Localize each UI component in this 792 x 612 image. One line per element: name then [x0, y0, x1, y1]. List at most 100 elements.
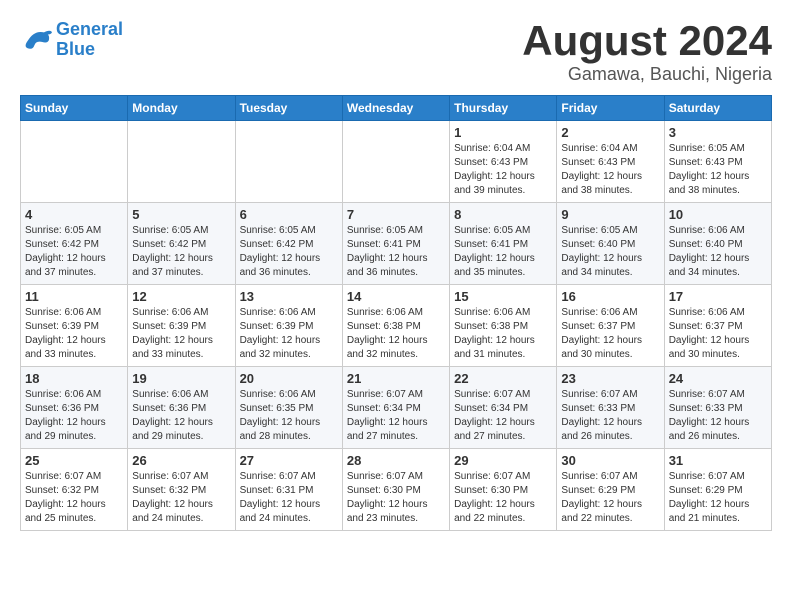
day-info: Sunrise: 6:05 AM Sunset: 6:42 PM Dayligh… — [240, 224, 338, 280]
day-number: 10 — [669, 207, 767, 222]
calendar-cell: 27 Sunrise: 6:07 AM Sunset: 6:31 PM Dayli… — [235, 449, 342, 531]
calendar-cell: 17 Sunrise: 6:06 AM Sunset: 6:37 PM Dayli… — [664, 285, 771, 367]
day-number: 30 — [561, 453, 659, 468]
weekday-header-thursday: Thursday — [450, 96, 557, 121]
day-number: 18 — [25, 371, 123, 386]
day-number: 23 — [561, 371, 659, 386]
day-number: 21 — [347, 371, 445, 386]
day-number: 9 — [561, 207, 659, 222]
calendar-cell — [235, 121, 342, 203]
day-number: 1 — [454, 125, 552, 140]
day-info: Sunrise: 6:06 AM Sunset: 6:39 PM Dayligh… — [240, 306, 338, 362]
calendar-cell: 11 Sunrise: 6:06 AM Sunset: 6:39 PM Dayli… — [21, 285, 128, 367]
day-number: 29 — [454, 453, 552, 468]
day-info: Sunrise: 6:06 AM Sunset: 6:35 PM Dayligh… — [240, 388, 338, 444]
calendar-cell: 13 Sunrise: 6:06 AM Sunset: 6:39 PM Dayli… — [235, 285, 342, 367]
day-number: 22 — [454, 371, 552, 386]
day-info: Sunrise: 6:05 AM Sunset: 6:40 PM Dayligh… — [561, 224, 659, 280]
day-info: Sunrise: 6:07 AM Sunset: 6:32 PM Dayligh… — [25, 470, 123, 526]
day-info: Sunrise: 6:07 AM Sunset: 6:34 PM Dayligh… — [454, 388, 552, 444]
calendar-cell: 15Sunrise: 6:06 AM Sunset: 6:38 PM Dayli… — [450, 285, 557, 367]
calendar-cell: 10 Sunrise: 6:06 AM Sunset: 6:40 PM Dayli… — [664, 203, 771, 285]
calendar-cell: 24 Sunrise: 6:07 AM Sunset: 6:33 PM Dayli… — [664, 367, 771, 449]
weekday-header-wednesday: Wednesday — [342, 96, 449, 121]
day-number: 13 — [240, 289, 338, 304]
weekday-header-saturday: Saturday — [664, 96, 771, 121]
day-info: Sunrise: 6:07 AM Sunset: 6:29 PM Dayligh… — [561, 470, 659, 526]
calendar-cell: 12Sunrise: 6:06 AM Sunset: 6:39 PM Dayli… — [128, 285, 235, 367]
calendar-cell: 2 Sunrise: 6:04 AM Sunset: 6:43 PM Daylig… — [557, 121, 664, 203]
calendar-cell: 25Sunrise: 6:07 AM Sunset: 6:32 PM Dayli… — [21, 449, 128, 531]
day-number: 7 — [347, 207, 445, 222]
calendar-cell — [21, 121, 128, 203]
calendar-week-row: 11 Sunrise: 6:06 AM Sunset: 6:39 PM Dayli… — [21, 285, 772, 367]
day-number: 20 — [240, 371, 338, 386]
day-number: 14 — [347, 289, 445, 304]
day-number: 2 — [561, 125, 659, 140]
day-number: 26 — [132, 453, 230, 468]
weekday-header-row: SundayMondayTuesdayWednesdayThursdayFrid… — [21, 96, 772, 121]
calendar-table: SundayMondayTuesdayWednesdayThursdayFrid… — [20, 95, 772, 531]
day-number: 12 — [132, 289, 230, 304]
weekday-header-sunday: Sunday — [21, 96, 128, 121]
calendar-cell — [128, 121, 235, 203]
calendar-cell: 26 Sunrise: 6:07 AM Sunset: 6:32 PM Dayli… — [128, 449, 235, 531]
day-info: Sunrise: 6:04 AM Sunset: 6:43 PM Dayligh… — [454, 142, 552, 198]
day-number: 17 — [669, 289, 767, 304]
calendar-cell: 6Sunrise: 6:05 AM Sunset: 6:42 PM Daylig… — [235, 203, 342, 285]
day-number: 4 — [25, 207, 123, 222]
day-info: Sunrise: 6:06 AM Sunset: 6:37 PM Dayligh… — [669, 306, 767, 362]
day-info: Sunrise: 6:06 AM Sunset: 6:39 PM Dayligh… — [25, 306, 123, 362]
day-number: 28 — [347, 453, 445, 468]
logo: General Blue — [20, 20, 123, 60]
calendar-week-row: 4 Sunrise: 6:05 AM Sunset: 6:42 PM Daylig… — [21, 203, 772, 285]
calendar-cell: 31Sunrise: 6:07 AM Sunset: 6:29 PM Dayli… — [664, 449, 771, 531]
calendar-cell: 30 Sunrise: 6:07 AM Sunset: 6:29 PM Dayli… — [557, 449, 664, 531]
day-info: Sunrise: 6:06 AM Sunset: 6:36 PM Dayligh… — [25, 388, 123, 444]
day-info: Sunrise: 6:07 AM Sunset: 6:34 PM Dayligh… — [347, 388, 445, 444]
location-subtitle: Gamawa, Bauchi, Nigeria — [522, 64, 772, 85]
day-info: Sunrise: 6:07 AM Sunset: 6:33 PM Dayligh… — [561, 388, 659, 444]
weekday-header-friday: Friday — [557, 96, 664, 121]
day-number: 8 — [454, 207, 552, 222]
day-number: 27 — [240, 453, 338, 468]
day-info: Sunrise: 6:07 AM Sunset: 6:30 PM Dayligh… — [347, 470, 445, 526]
day-info: Sunrise: 6:07 AM Sunset: 6:31 PM Dayligh… — [240, 470, 338, 526]
day-info: Sunrise: 6:07 AM Sunset: 6:33 PM Dayligh… — [669, 388, 767, 444]
calendar-cell: 3Sunrise: 6:05 AM Sunset: 6:43 PM Daylig… — [664, 121, 771, 203]
calendar-cell: 5Sunrise: 6:05 AM Sunset: 6:42 PM Daylig… — [128, 203, 235, 285]
day-info: Sunrise: 6:04 AM Sunset: 6:43 PM Dayligh… — [561, 142, 659, 198]
calendar-cell: 14 Sunrise: 6:06 AM Sunset: 6:38 PM Dayli… — [342, 285, 449, 367]
calendar-cell: 21 Sunrise: 6:07 AM Sunset: 6:34 PM Dayli… — [342, 367, 449, 449]
day-info: Sunrise: 6:05 AM Sunset: 6:41 PM Dayligh… — [347, 224, 445, 280]
calendar-cell: 28 Sunrise: 6:07 AM Sunset: 6:30 PM Dayli… — [342, 449, 449, 531]
calendar-cell: 9 Sunrise: 6:05 AM Sunset: 6:40 PM Daylig… — [557, 203, 664, 285]
day-info: Sunrise: 6:06 AM Sunset: 6:38 PM Dayligh… — [347, 306, 445, 362]
header: General Blue August 2024 Gamawa, Bauchi,… — [20, 20, 772, 85]
day-info: Sunrise: 6:05 AM Sunset: 6:42 PM Dayligh… — [132, 224, 230, 280]
day-info: Sunrise: 6:06 AM Sunset: 6:38 PM Dayligh… — [454, 306, 552, 362]
calendar-cell: 4 Sunrise: 6:05 AM Sunset: 6:42 PM Daylig… — [21, 203, 128, 285]
calendar-week-row: 1 Sunrise: 6:04 AM Sunset: 6:43 PM Daylig… — [21, 121, 772, 203]
day-info: Sunrise: 6:06 AM Sunset: 6:40 PM Dayligh… — [669, 224, 767, 280]
calendar-body: 1 Sunrise: 6:04 AM Sunset: 6:43 PM Daylig… — [21, 121, 772, 531]
day-info: Sunrise: 6:06 AM Sunset: 6:37 PM Dayligh… — [561, 306, 659, 362]
day-info: Sunrise: 6:07 AM Sunset: 6:32 PM Dayligh… — [132, 470, 230, 526]
calendar-cell: 20 Sunrise: 6:06 AM Sunset: 6:35 PM Dayli… — [235, 367, 342, 449]
day-number: 24 — [669, 371, 767, 386]
day-number: 31 — [669, 453, 767, 468]
calendar-cell — [342, 121, 449, 203]
day-info: Sunrise: 6:05 AM Sunset: 6:42 PM Dayligh… — [25, 224, 123, 280]
month-year-title: August 2024 — [522, 20, 772, 62]
day-number: 11 — [25, 289, 123, 304]
calendar-cell: 7 Sunrise: 6:05 AM Sunset: 6:41 PM Daylig… — [342, 203, 449, 285]
calendar-cell: 1 Sunrise: 6:04 AM Sunset: 6:43 PM Daylig… — [450, 121, 557, 203]
day-info: Sunrise: 6:05 AM Sunset: 6:43 PM Dayligh… — [669, 142, 767, 198]
calendar-cell: 8Sunrise: 6:05 AM Sunset: 6:41 PM Daylig… — [450, 203, 557, 285]
calendar-cell: 18 Sunrise: 6:06 AM Sunset: 6:36 PM Dayli… — [21, 367, 128, 449]
calendar-cell: 16Sunrise: 6:06 AM Sunset: 6:37 PM Dayli… — [557, 285, 664, 367]
calendar-week-row: 25Sunrise: 6:07 AM Sunset: 6:32 PM Dayli… — [21, 449, 772, 531]
calendar-cell: 23 Sunrise: 6:07 AM Sunset: 6:33 PM Dayli… — [557, 367, 664, 449]
day-info: Sunrise: 6:07 AM Sunset: 6:30 PM Dayligh… — [454, 470, 552, 526]
calendar-cell: 19Sunrise: 6:06 AM Sunset: 6:36 PM Dayli… — [128, 367, 235, 449]
